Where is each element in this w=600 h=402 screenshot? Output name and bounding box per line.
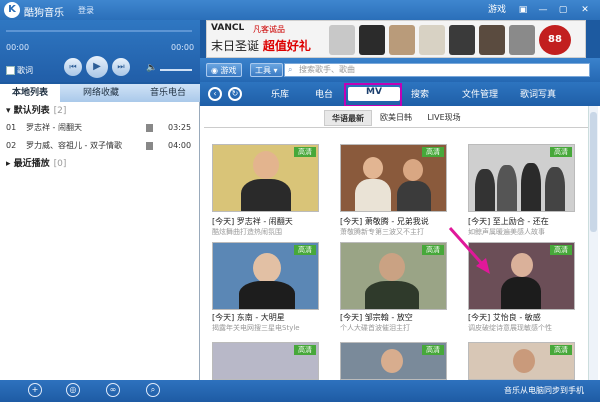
toolbar: ◉ 游戏 工具 ▾ ⌕ 搜索歌手、歌曲 [200, 58, 600, 82]
mv-thumbnail[interactable]: 高清 [212, 144, 319, 212]
ad-product-image [389, 25, 415, 55]
annotation-arrow-icon [448, 226, 490, 274]
recent-list-group[interactable]: ▸ 最近播放 [0] [6, 157, 66, 171]
mv-title[interactable]: [今天] 萧敬腾 - 兄弟我说 [340, 216, 460, 227]
mv-thumbnail[interactable]: 高清 [340, 144, 447, 212]
hd-badge: 高清 [294, 345, 316, 355]
lyrics-label: 歌词 [17, 66, 33, 75]
volume-icon[interactable]: 🔈 [146, 63, 157, 73]
tools-button[interactable]: 工具 ▾ [250, 63, 283, 77]
ad-product-image [449, 25, 475, 55]
nav-file-manager[interactable]: 文件管理 [454, 87, 506, 101]
search-input[interactable]: ⌕ 搜索歌手、歌曲 [284, 63, 590, 77]
ad-product-image [479, 25, 505, 55]
left-tabs: 本地列表 网络收藏 音乐电台 [0, 84, 200, 102]
ad-banner[interactable]: VANCL 凡客诚品 末日圣诞 超值好礼 88 [206, 20, 586, 58]
bottom-bar: + ◎ ∞ ⌕ 音乐从电脑同步到手机 [0, 380, 600, 402]
minimize-icon[interactable]: — [536, 4, 550, 16]
mv-highlight-box [344, 83, 402, 107]
mv-content: 华语最新 欧美日韩 LIVE现场 高清 [今天] 罗志祥 - 闹翻天 酷炫舞曲打… [200, 106, 600, 380]
mv-title[interactable]: [今天] 罗志祥 - 闹翻天 [212, 216, 332, 227]
close-icon[interactable]: ✕ [578, 4, 592, 16]
ad-price-badge: 88 [539, 25, 571, 55]
locate-icon[interactable]: ◎ [66, 383, 80, 397]
gamepad-icon: ◉ [211, 66, 221, 75]
app-title: 酷狗音乐 [24, 8, 64, 19]
add-icon[interactable]: + [28, 383, 42, 397]
login-link[interactable]: 登录 [78, 5, 94, 16]
kugou-logo-icon: K [4, 2, 20, 18]
sync-to-phone-link[interactable]: 音乐从电脑同步到手机 [504, 385, 584, 396]
mv-thumbnail[interactable]: 高清 [340, 342, 447, 380]
expand-icon: ▾ [6, 106, 14, 116]
mv-thumbnail[interactable]: 高清 [468, 342, 575, 380]
mv-title[interactable]: [今天] 艾怡良 - 敏感 [468, 312, 588, 323]
subtab-live[interactable]: LIVE现场 [420, 110, 468, 126]
ad-brand-cn: 凡客诚品 [253, 25, 285, 34]
mv-desc: 个人大碟首波催泪主打 [340, 324, 410, 332]
scrollbar-thumb[interactable] [590, 112, 597, 232]
hd-badge: 高清 [550, 147, 572, 157]
hd-badge: 高清 [294, 147, 316, 157]
play-icon[interactable]: ▶ [86, 56, 108, 78]
playlist-panel: ▾ 默认列表 [2] 01 罗志祥 - 闹翻天 03:25 02 罗力威、容祖儿 … [0, 102, 200, 380]
chevron-down-icon: ▾ [271, 66, 278, 75]
mv-desc: 酷炫舞曲打造热闹氛围 [212, 228, 282, 236]
mv-desc: 揭露年关电网搜三星电Style [212, 324, 300, 332]
game-button[interactable]: ◉ 游戏 [206, 63, 242, 77]
ad-product-image [359, 25, 385, 55]
nav-library[interactable]: 乐库 [260, 87, 300, 101]
game-link[interactable]: 游戏 [486, 4, 508, 16]
lyrics-checkbox[interactable] [6, 66, 15, 75]
ad-product-image [419, 25, 445, 55]
mv-title[interactable]: [今天] 东南 - 大明星 [212, 312, 332, 323]
next-icon[interactable]: ⏭ [112, 58, 130, 76]
hd-badge: 高清 [550, 345, 572, 355]
hd-badge: 高清 [422, 345, 444, 355]
hd-badge: 高清 [422, 245, 444, 255]
mv-thumbnail[interactable]: 高清 [212, 342, 319, 380]
nav-lyrics-photo[interactable]: 歌词写真 [512, 87, 564, 101]
maximize-icon[interactable]: ▢ [556, 4, 570, 16]
tab-radio[interactable]: 音乐电台 [138, 84, 198, 102]
refresh-icon[interactable]: ↻ [228, 87, 242, 101]
default-list-group[interactable]: ▾ 默认列表 [2] [6, 104, 66, 118]
subtab-chinese-latest[interactable]: 华语最新 [324, 110, 372, 126]
loop-mode-icon[interactable]: ∞ [106, 383, 120, 397]
subtab-west-jpkr[interactable]: 欧美日韩 [372, 110, 420, 126]
ad-product-image [329, 25, 355, 55]
time-current: 00:00 [6, 43, 30, 52]
progress-bar[interactable] [6, 30, 192, 32]
hd-badge: 高清 [294, 245, 316, 255]
search-icon[interactable]: ⌕ [146, 383, 160, 397]
time-total: 00:00 [171, 43, 195, 52]
collapse-icon: ▸ [6, 159, 14, 169]
ad-product-image [509, 25, 535, 55]
mv-desc: 调皮破绽诗意展现敏感个性 [468, 324, 552, 332]
tab-net-favorites[interactable]: 网络收藏 [68, 84, 134, 102]
mv-thumbnail[interactable]: 高清 [468, 144, 575, 212]
hd-badge: 高清 [550, 245, 572, 255]
song-row[interactable]: 01 罗志祥 - 闹翻天 03:25 [4, 120, 194, 136]
mv-file-icon [146, 124, 153, 132]
song-row[interactable]: 02 罗力威、容祖儿 - 双子情歌 04:00 [4, 138, 194, 154]
subtab-divider [204, 127, 594, 128]
search-icon: ⌕ [288, 65, 293, 74]
nav-search[interactable]: 搜索 [400, 87, 440, 101]
title-bar: K 酷狗音乐 登录 游戏 ▣ — ▢ ✕ [0, 0, 600, 20]
back-icon[interactable]: ‹ [208, 87, 222, 101]
mv-thumbnail[interactable]: 高清 [340, 242, 447, 310]
nav-radio[interactable]: 电台 [304, 87, 344, 101]
tab-local-list[interactable]: 本地列表 [0, 84, 60, 102]
volume-slider[interactable] [160, 69, 192, 71]
mv-title[interactable]: [今天] 邹宗翰 - 放空 [340, 312, 460, 323]
hd-badge: 高清 [422, 147, 444, 157]
ad-slogan: 末日圣诞 超值好礼 [211, 39, 311, 53]
skin-icon[interactable]: ▣ [516, 4, 530, 16]
ad-brand: VANCL [211, 23, 245, 33]
prev-icon[interactable]: ⏮ [64, 58, 82, 76]
mv-thumbnail[interactable]: 高清 [212, 242, 319, 310]
mv-desc: 萧敬腾新专第三波又不主打 [340, 228, 424, 236]
mv-file-icon [146, 142, 153, 150]
